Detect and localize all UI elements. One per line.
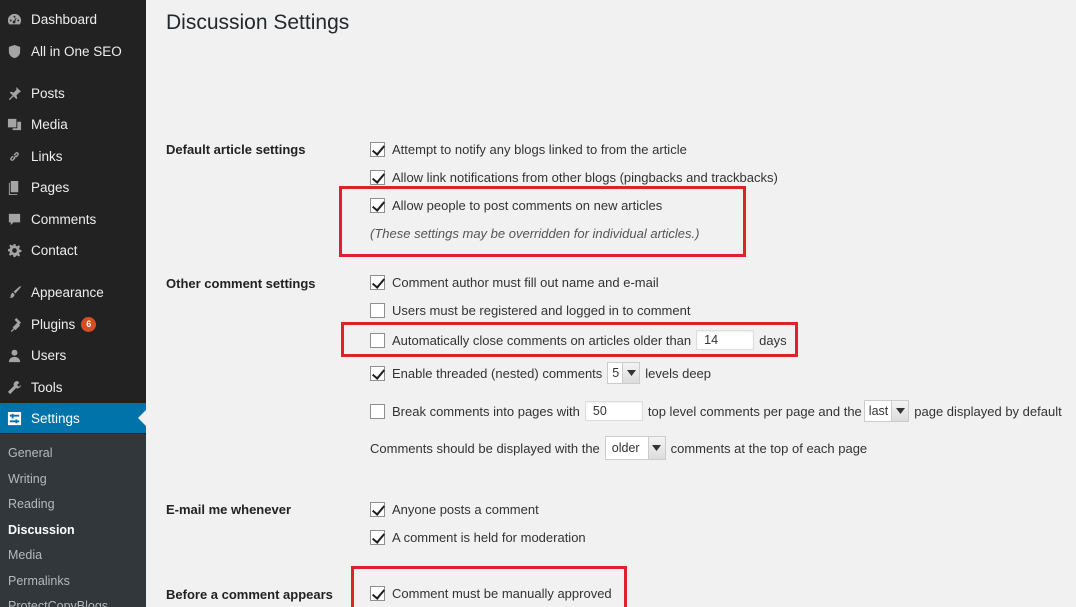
menu-label: Plugins (31, 316, 76, 332)
paging-option[interactable]: Break comments into pages with 50 top le… (370, 400, 1062, 422)
menu-item-appearance[interactable]: Appearance (0, 277, 146, 307)
comment-order-label: Comments should be displayed with the (370, 440, 600, 456)
menu-label: Dashboard (31, 11, 98, 27)
section-label-before-appears: Before a comment appears (166, 587, 333, 602)
paging-suffix: page displayed by default (914, 403, 1062, 419)
user-icon (6, 347, 22, 363)
threaded-comments-suffix: levels deep (645, 365, 712, 381)
menu-label: Pages (31, 179, 70, 195)
submenu-writing[interactable]: Writing (8, 472, 47, 486)
settings-submenu: General Writing Reading Discussion Media… (0, 434, 146, 607)
menu-label: Tools (31, 379, 63, 395)
section-label-default-article: Default article settings (166, 142, 306, 157)
threaded-comments-option[interactable]: Enable threaded (nested) comments 5 leve… (370, 362, 711, 384)
menu-item-tools[interactable]: Tools (0, 372, 146, 402)
paging-middle-label: top level comments per page and the (647, 403, 862, 419)
plugins-update-badge: 6 (81, 316, 97, 332)
paging-label: Break comments into pages with (392, 403, 580, 419)
brush-icon (6, 284, 22, 300)
shield-icon (6, 43, 22, 59)
default-page-value: last (868, 404, 889, 418)
allow-pingbacks-checkbox[interactable] (370, 169, 385, 185)
highlight-box-auto-close (341, 322, 798, 357)
gear-icon (6, 242, 22, 258)
thread-depth-select[interactable]: 5 (607, 362, 641, 384)
notify-blogs-checkbox[interactable] (370, 141, 385, 157)
threaded-comments-checkbox[interactable] (370, 365, 385, 381)
chevron-down-icon (622, 363, 640, 383)
default-page-select[interactable]: last (863, 400, 910, 422)
section-label-email-me: E-mail me whenever (166, 502, 291, 517)
email-anyone-posts-option[interactable]: Anyone posts a comment (370, 498, 539, 520)
email-held-moderation-checkbox[interactable] (370, 529, 385, 545)
menu-label: Posts (31, 85, 65, 101)
menu-item-dashboard[interactable]: Dashboard (0, 4, 146, 34)
menu-item-media[interactable]: Media (0, 109, 146, 139)
menu-label: Appearance (31, 284, 104, 300)
require-registration-option[interactable]: Users must be registered and logged in t… (370, 299, 690, 321)
require-name-email-checkbox[interactable] (370, 274, 385, 290)
submenu-reading[interactable]: Reading (8, 497, 55, 511)
menu-label: Users (31, 347, 67, 363)
menu-item-plugins[interactable]: Plugins 6 (0, 309, 146, 339)
notify-blogs-option[interactable]: Attempt to notify any blogs linked to fr… (370, 138, 687, 160)
menu-item-contact[interactable]: Contact (0, 235, 146, 265)
submenu-permalinks[interactable]: Permalinks (8, 574, 70, 588)
plugin-icon (6, 316, 22, 332)
require-registration-label: Users must be registered and logged in t… (392, 302, 691, 318)
link-icon (6, 148, 22, 164)
require-name-email-label: Comment author must fill out name and e-… (392, 274, 659, 290)
submenu-protectcopyblogs[interactable]: ProtectCopyBlogs (8, 599, 108, 607)
highlight-box-allow-comments (339, 186, 746, 257)
menu-label: Contact (31, 242, 78, 258)
email-held-moderation-label: A comment is held for moderation (392, 529, 586, 545)
menu-item-posts[interactable]: Posts (0, 78, 146, 108)
page-title: Discussion Settings (166, 11, 350, 34)
comment-order-value: older (611, 441, 640, 455)
allow-pingbacks-label: Allow link notifications from other blog… (392, 169, 778, 185)
submenu-general[interactable]: General (8, 446, 52, 460)
menu-label: Media (31, 116, 68, 132)
notify-blogs-label: Attempt to notify any blogs linked to fr… (392, 141, 687, 157)
allow-pingbacks-option[interactable]: Allow link notifications from other blog… (370, 166, 778, 188)
menu-item-comments[interactable]: Comments (0, 204, 146, 234)
section-label-other-comment: Other comment settings (166, 276, 316, 291)
settings-icon (6, 410, 22, 426)
email-held-moderation-option[interactable]: A comment is held for moderation (370, 526, 586, 548)
require-name-email-option[interactable]: Comment author must fill out name and e-… (370, 271, 659, 293)
pin-icon (6, 85, 22, 101)
comments-per-page-input[interactable]: 50 (584, 401, 643, 421)
menu-item-settings[interactable]: Settings (0, 403, 146, 433)
paging-checkbox[interactable] (370, 403, 385, 419)
chevron-down-icon (891, 401, 909, 421)
require-registration-checkbox[interactable] (370, 302, 385, 318)
threaded-comments-label: Enable threaded (nested) comments (392, 365, 603, 381)
pages-icon (6, 179, 22, 195)
menu-item-all-in-one-seo[interactable]: All in One SEO (0, 36, 146, 66)
dashboard-icon (6, 11, 22, 27)
email-anyone-posts-checkbox[interactable] (370, 501, 385, 517)
comment-icon (6, 211, 22, 227)
comment-order-select[interactable]: older (604, 436, 666, 460)
comment-order-suffix: comments at the top of each page (670, 440, 868, 456)
menu-label: Links (31, 148, 63, 164)
wrench-icon (6, 379, 22, 395)
menu-item-users[interactable]: Users (0, 340, 146, 370)
thread-depth-value: 5 (612, 366, 620, 380)
comment-order-option: Comments should be displayed with the ol… (370, 436, 868, 460)
highlight-box-manual-approve (351, 566, 627, 607)
menu-item-links[interactable]: Links (0, 141, 146, 171)
submenu-discussion[interactable]: Discussion (8, 523, 75, 537)
media-icon (6, 116, 22, 132)
submenu-media[interactable]: Media (8, 548, 42, 562)
menu-item-pages[interactable]: Pages (0, 172, 146, 202)
chevron-down-icon (647, 437, 665, 459)
email-anyone-posts-label: Anyone posts a comment (392, 501, 539, 517)
menu-label: All in One SEO (31, 43, 122, 59)
menu-label: Comments (31, 211, 97, 227)
menu-label: Settings (31, 410, 80, 426)
